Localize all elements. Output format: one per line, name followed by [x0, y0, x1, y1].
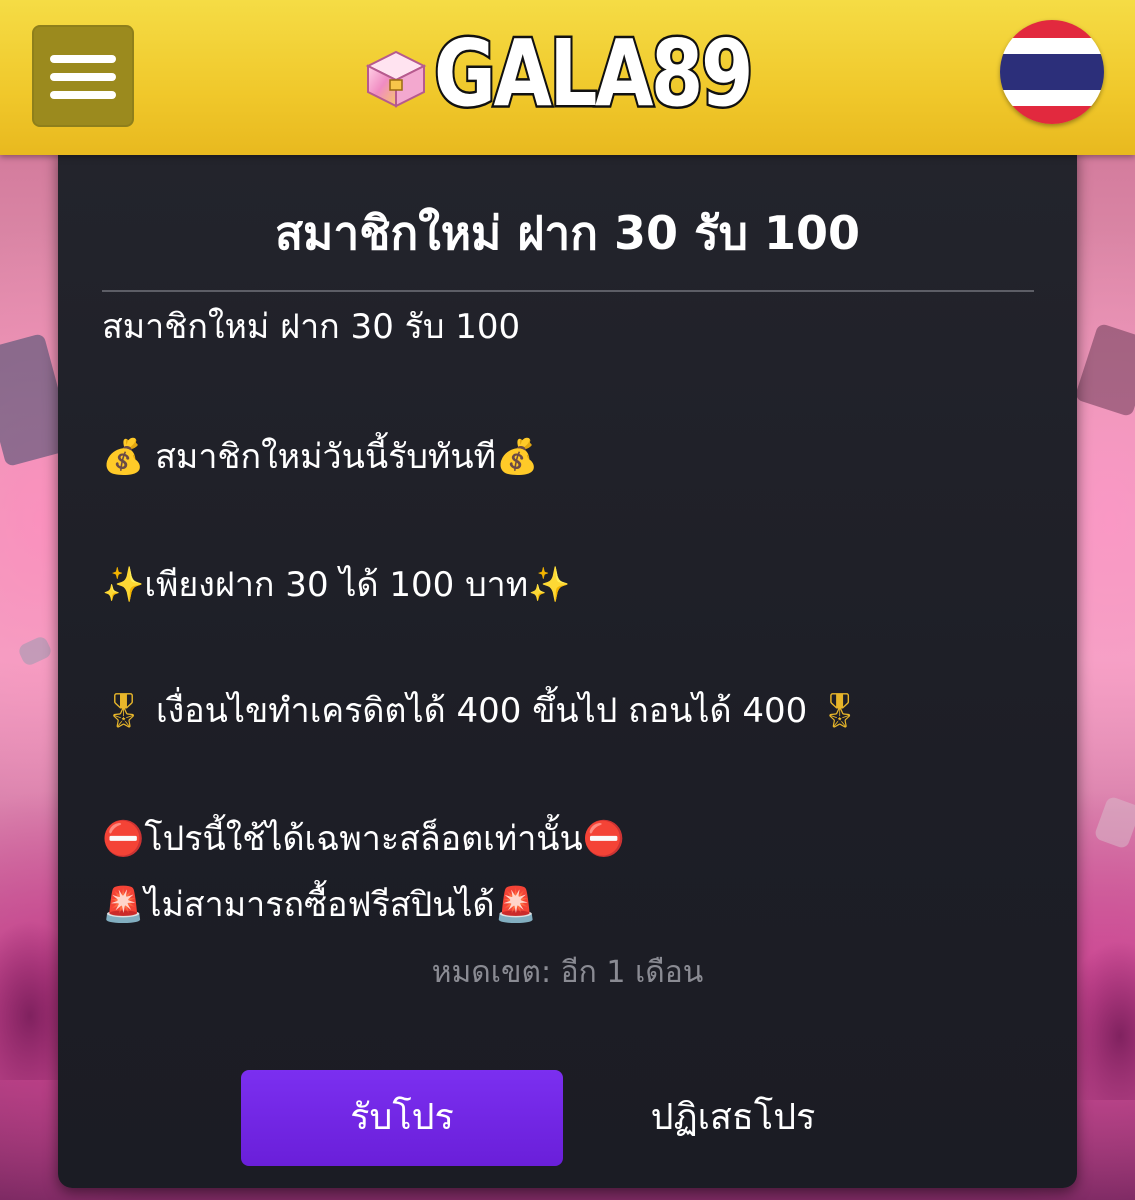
- promo-line-text: สมาชิกใหม่วันนี้รับทันที: [144, 437, 496, 477]
- hamburger-menu-icon-bar: [50, 73, 116, 81]
- flag-stripe: [1000, 54, 1104, 90]
- promo-line-text: ไม่สามารถซื้อฟรีสปินได้: [144, 885, 495, 925]
- site-logo[interactable]: GALA89: [360, 18, 755, 133]
- sparkles-icon: ✨: [528, 565, 571, 605]
- no-entry-icon: ⛔: [102, 819, 145, 859]
- background-decoration: [16, 634, 54, 668]
- promo-description-line: ✨เพียงฝาก 30 ได้ 100 บาท✨: [102, 560, 1042, 610]
- flag-stripe: [1000, 89, 1104, 107]
- siren-icon: 🚨: [102, 885, 145, 925]
- promo-line-text: เงื่อนไขทำเครดิตได้ 400 ขึ้นไป ถอนได้ 40…: [145, 691, 819, 731]
- promo-description-line: สมาชิกใหม่ ฝาก 30 รับ 100: [102, 302, 1042, 352]
- money-bag-icon: 💰: [102, 437, 145, 477]
- siren-icon: 🚨: [494, 885, 537, 925]
- promo-line-text: เพียงฝาก 30 ได้ 100 บาท: [144, 565, 529, 605]
- promo-description-line: 💰 สมาชิกใหม่วันนี้รับทันที💰: [102, 432, 1042, 482]
- sparkles-icon: ✨: [102, 565, 145, 605]
- title-divider: [102, 290, 1034, 292]
- medal-icon: 🎖: [818, 691, 862, 731]
- promo-description-line: 🚨ไม่สามารถซื้อฟรีสปินได้🚨: [102, 880, 1042, 930]
- promo-line-text: สมาชิกใหม่ ฝาก 30 รับ 100: [102, 307, 521, 347]
- promo-description-line: 🎖 เงื่อนไขทำเครดิตได้ 400 ขึ้นไป ถอนได้ …: [102, 686, 1042, 736]
- hamburger-menu-icon-bar: [50, 91, 116, 99]
- accept-promotion-button[interactable]: รับโปร: [241, 1070, 563, 1166]
- medal-icon: 🎖: [102, 691, 146, 731]
- background-decoration: [1074, 322, 1135, 418]
- modal-title: สมาชิกใหม่ ฝาก 30 รับ 100: [274, 206, 861, 260]
- treasure-chest-icon: [365, 50, 427, 108]
- promotion-modal: สมาชิกใหม่ ฝาก 30 รับ 100 สมาชิกใหม่ ฝาก…: [58, 150, 1077, 1188]
- expiry-text: หมดเขต: อีก 1 เดือน: [431, 955, 704, 990]
- thailand-flag-icon[interactable]: [1000, 20, 1104, 124]
- background-decoration: [1093, 795, 1135, 850]
- hamburger-menu-button[interactable]: [32, 25, 134, 127]
- top-header: GALA89: [0, 0, 1135, 155]
- decline-promotion-button[interactable]: ปฏิเสธโปร: [598, 1070, 868, 1166]
- logo-wordmark: GALA89: [432, 20, 756, 127]
- flag-stripe: [1000, 106, 1104, 124]
- promo-line-text: โปรนี้ใช้ได้เฉพาะสล็อตเท่านั้น: [144, 819, 583, 859]
- promo-description-line: ⛔โปรนี้ใช้ได้เฉพาะสล็อตเท่านั้น⛔: [102, 814, 1042, 864]
- flag-stripe: [1000, 37, 1104, 55]
- money-bag-icon: 💰: [495, 437, 539, 477]
- page: GALA89 สมาชิกใหม่ ฝาก 30 รับ 100 สมาชิกใ…: [0, 0, 1135, 1200]
- hamburger-menu-icon: [50, 55, 116, 63]
- flag-stripe: [1000, 20, 1104, 38]
- no-entry-icon: ⛔: [582, 819, 626, 859]
